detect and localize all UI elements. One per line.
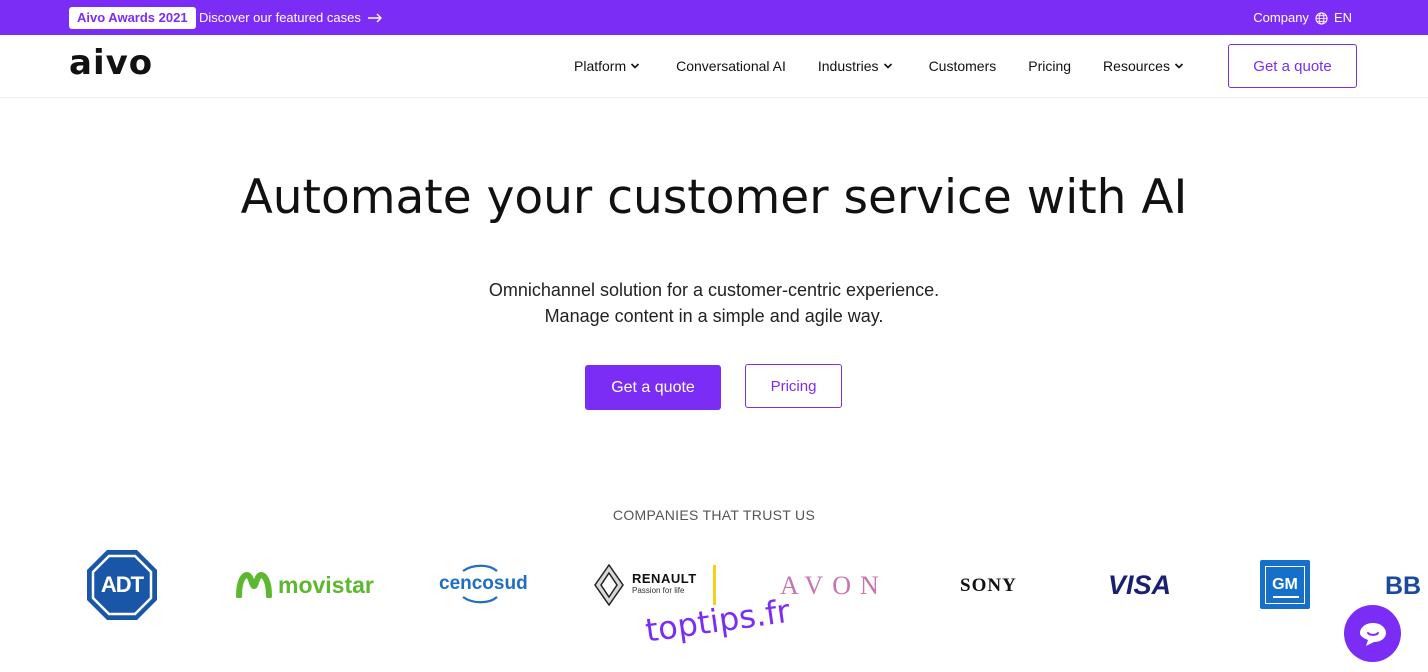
adt-logo: ADT [85,548,159,622]
hero-subtitle-line2: Manage content in a simple and agile way… [544,306,884,326]
hero-get-quote-button[interactable]: Get a quote [585,365,721,410]
movistar-logo-text: movistar [278,571,374,598]
awards-badge[interactable]: Aivo Awards 2021 [69,7,196,29]
nav-item-platform[interactable]: Platform [574,57,640,75]
chevron-down-icon [1174,63,1184,69]
cencosud-logo: cencosud [439,563,528,605]
nav-item-label: Pricing [1028,58,1072,74]
chevron-down-icon [631,63,640,69]
nav-item-label: Platform [574,58,627,74]
movistar-m-icon [236,572,272,598]
nav-item-pricing[interactable]: Pricing [1028,57,1071,75]
language-selector[interactable]: EN [1334,10,1352,26]
avon-logo: AVON [780,571,888,600]
bbva-logo: BB [1385,571,1422,600]
sony-logo: SONY [960,575,1017,596]
featured-cases-label: Discover our featured cases [199,10,361,25]
aivo-logo[interactable]: aivo [69,43,153,83]
hero-subtitle-line1: Omnichannel solution for a customer-cent… [488,280,940,300]
renault-yellow-bar [712,565,716,605]
chevron-down-icon [883,63,892,69]
gm-logo-text: GM [1272,575,1298,593]
nav-item-industries[interactable]: Industries [818,57,893,75]
chat-widget-button[interactable] [1344,605,1401,662]
chat-bubble-icon [1359,622,1386,646]
nav-get-quote-button[interactable]: Get a quote [1228,44,1357,88]
nav-item-label: Customers [928,58,997,74]
renault-name: RENAULT [632,571,697,586]
gm-logo-underline [1273,595,1299,598]
nav-item-label: Conversational AI [676,58,786,74]
renault-logo: RENAULT Passion for life [594,564,716,606]
nav-item-conversational-ai[interactable]: Conversational AI [676,57,786,75]
promo-right: Company EN [1253,10,1352,26]
nav-item-label: Resources [1103,58,1170,74]
nav-menu: Platform Conversational AI Industries Cu… [574,57,1184,75]
renault-diamond-icon [594,564,624,606]
nav-item-resources[interactable]: Resources [1103,57,1184,75]
arrow-right-icon [367,13,382,23]
promo-bar: Aivo Awards 2021 Discover our featured c… [0,0,1428,35]
featured-cases-link[interactable]: Discover our featured cases [199,10,383,26]
adt-logo-text: ADT [100,572,144,597]
globe-icon[interactable] [1315,11,1328,25]
cencosud-logo-text: cencosud [439,573,528,594]
hero-title: Automate your customer service with AI [240,170,1188,225]
nav-item-label: Industries [817,58,879,74]
nav-item-customers[interactable]: Customers [929,57,997,75]
gm-logo-frame: GM [1265,565,1305,604]
company-link[interactable]: Company [1253,10,1309,26]
renault-tagline: Passion for life [632,586,685,595]
gm-logo: GM [1260,560,1310,609]
movistar-logo: movistar [236,570,374,600]
visa-logo: VISA [1108,569,1172,600]
hero-subtitle: Omnichannel solution for a customer-cent… [0,277,1428,329]
renault-text: RENAULT Passion for life [632,571,697,597]
main-nav: aivo Platform Conversational AI Industri… [0,35,1428,98]
hero-pricing-button[interactable]: Pricing [745,364,842,408]
trust-heading: COMPANIES THAT TRUST US [612,507,816,523]
